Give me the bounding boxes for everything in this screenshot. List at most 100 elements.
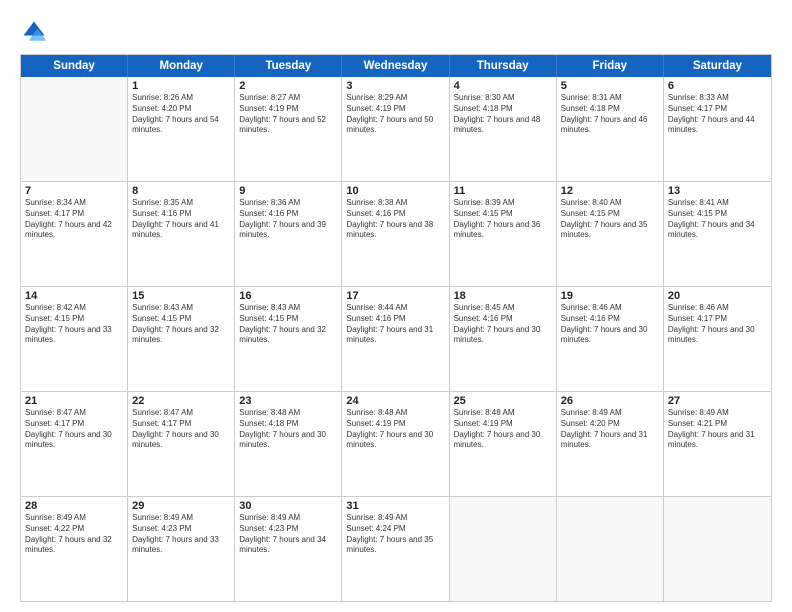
- cell-day-number: 28: [25, 500, 123, 512]
- logo-icon: [20, 18, 48, 46]
- cal-cell-16: 16Sunrise: 8:43 AM Sunset: 4:15 PM Dayli…: [235, 287, 342, 391]
- cal-cell-28: 28Sunrise: 8:49 AM Sunset: 4:22 PM Dayli…: [21, 497, 128, 601]
- cal-cell-27: 27Sunrise: 8:49 AM Sunset: 4:21 PM Dayli…: [664, 392, 771, 496]
- cell-day-number: 18: [454, 290, 552, 302]
- cal-cell-8: 8Sunrise: 8:35 AM Sunset: 4:16 PM Daylig…: [128, 182, 235, 286]
- weekday-header-saturday: Saturday: [664, 55, 771, 77]
- cal-cell-25: 25Sunrise: 8:48 AM Sunset: 4:19 PM Dayli…: [450, 392, 557, 496]
- cell-sun-info: Sunrise: 8:49 AM Sunset: 4:20 PM Dayligh…: [561, 408, 659, 451]
- weekday-header-friday: Friday: [557, 55, 664, 77]
- calendar-header: SundayMondayTuesdayWednesdayThursdayFrid…: [21, 55, 771, 77]
- cal-cell-9: 9Sunrise: 8:36 AM Sunset: 4:16 PM Daylig…: [235, 182, 342, 286]
- cell-sun-info: Sunrise: 8:41 AM Sunset: 4:15 PM Dayligh…: [668, 198, 767, 241]
- logo: [20, 18, 52, 46]
- cell-sun-info: Sunrise: 8:49 AM Sunset: 4:24 PM Dayligh…: [346, 513, 444, 556]
- cell-sun-info: Sunrise: 8:33 AM Sunset: 4:17 PM Dayligh…: [668, 93, 767, 136]
- cell-sun-info: Sunrise: 8:49 AM Sunset: 4:23 PM Dayligh…: [132, 513, 230, 556]
- cell-sun-info: Sunrise: 8:31 AM Sunset: 4:18 PM Dayligh…: [561, 93, 659, 136]
- cell-day-number: 1: [132, 80, 230, 92]
- calendar-row-4: 28Sunrise: 8:49 AM Sunset: 4:22 PM Dayli…: [21, 497, 771, 601]
- cell-sun-info: Sunrise: 8:39 AM Sunset: 4:15 PM Dayligh…: [454, 198, 552, 241]
- calendar-row-1: 7Sunrise: 8:34 AM Sunset: 4:17 PM Daylig…: [21, 182, 771, 287]
- cal-cell-11: 11Sunrise: 8:39 AM Sunset: 4:15 PM Dayli…: [450, 182, 557, 286]
- cell-day-number: 19: [561, 290, 659, 302]
- cell-day-number: 24: [346, 395, 444, 407]
- cell-sun-info: Sunrise: 8:46 AM Sunset: 4:17 PM Dayligh…: [668, 303, 767, 346]
- cell-sun-info: Sunrise: 8:48 AM Sunset: 4:18 PM Dayligh…: [239, 408, 337, 451]
- cell-day-number: 31: [346, 500, 444, 512]
- cell-sun-info: Sunrise: 8:49 AM Sunset: 4:22 PM Dayligh…: [25, 513, 123, 556]
- cal-cell-empty-4-5: [557, 497, 664, 601]
- cell-day-number: 26: [561, 395, 659, 407]
- cell-day-number: 5: [561, 80, 659, 92]
- cell-sun-info: Sunrise: 8:35 AM Sunset: 4:16 PM Dayligh…: [132, 198, 230, 241]
- cell-sun-info: Sunrise: 8:42 AM Sunset: 4:15 PM Dayligh…: [25, 303, 123, 346]
- cal-cell-12: 12Sunrise: 8:40 AM Sunset: 4:15 PM Dayli…: [557, 182, 664, 286]
- cal-cell-24: 24Sunrise: 8:48 AM Sunset: 4:19 PM Dayli…: [342, 392, 449, 496]
- cal-cell-3: 3Sunrise: 8:29 AM Sunset: 4:19 PM Daylig…: [342, 77, 449, 181]
- cell-day-number: 30: [239, 500, 337, 512]
- cal-cell-1: 1Sunrise: 8:26 AM Sunset: 4:20 PM Daylig…: [128, 77, 235, 181]
- cell-day-number: 23: [239, 395, 337, 407]
- cell-sun-info: Sunrise: 8:46 AM Sunset: 4:16 PM Dayligh…: [561, 303, 659, 346]
- cell-sun-info: Sunrise: 8:47 AM Sunset: 4:17 PM Dayligh…: [25, 408, 123, 451]
- cal-cell-21: 21Sunrise: 8:47 AM Sunset: 4:17 PM Dayli…: [21, 392, 128, 496]
- cell-day-number: 8: [132, 185, 230, 197]
- cal-cell-13: 13Sunrise: 8:41 AM Sunset: 4:15 PM Dayli…: [664, 182, 771, 286]
- page: SundayMondayTuesdayWednesdayThursdayFrid…: [0, 0, 792, 612]
- cal-cell-19: 19Sunrise: 8:46 AM Sunset: 4:16 PM Dayli…: [557, 287, 664, 391]
- cell-day-number: 29: [132, 500, 230, 512]
- cal-cell-29: 29Sunrise: 8:49 AM Sunset: 4:23 PM Dayli…: [128, 497, 235, 601]
- cell-day-number: 7: [25, 185, 123, 197]
- cal-cell-30: 30Sunrise: 8:49 AM Sunset: 4:23 PM Dayli…: [235, 497, 342, 601]
- cal-cell-5: 5Sunrise: 8:31 AM Sunset: 4:18 PM Daylig…: [557, 77, 664, 181]
- cell-day-number: 25: [454, 395, 552, 407]
- cell-sun-info: Sunrise: 8:47 AM Sunset: 4:17 PM Dayligh…: [132, 408, 230, 451]
- cal-cell-14: 14Sunrise: 8:42 AM Sunset: 4:15 PM Dayli…: [21, 287, 128, 391]
- header: [20, 18, 772, 46]
- cal-cell-6: 6Sunrise: 8:33 AM Sunset: 4:17 PM Daylig…: [664, 77, 771, 181]
- cal-cell-31: 31Sunrise: 8:49 AM Sunset: 4:24 PM Dayli…: [342, 497, 449, 601]
- cell-day-number: 2: [239, 80, 337, 92]
- weekday-header-monday: Monday: [128, 55, 235, 77]
- cell-sun-info: Sunrise: 8:34 AM Sunset: 4:17 PM Dayligh…: [25, 198, 123, 241]
- cell-day-number: 3: [346, 80, 444, 92]
- cal-cell-23: 23Sunrise: 8:48 AM Sunset: 4:18 PM Dayli…: [235, 392, 342, 496]
- cell-sun-info: Sunrise: 8:49 AM Sunset: 4:21 PM Dayligh…: [668, 408, 767, 451]
- cal-cell-15: 15Sunrise: 8:43 AM Sunset: 4:15 PM Dayli…: [128, 287, 235, 391]
- weekday-header-wednesday: Wednesday: [342, 55, 449, 77]
- weekday-header-tuesday: Tuesday: [235, 55, 342, 77]
- cell-day-number: 20: [668, 290, 767, 302]
- cell-sun-info: Sunrise: 8:27 AM Sunset: 4:19 PM Dayligh…: [239, 93, 337, 136]
- cell-day-number: 9: [239, 185, 337, 197]
- weekday-header-thursday: Thursday: [450, 55, 557, 77]
- cell-day-number: 27: [668, 395, 767, 407]
- cell-sun-info: Sunrise: 8:48 AM Sunset: 4:19 PM Dayligh…: [346, 408, 444, 451]
- cal-cell-18: 18Sunrise: 8:45 AM Sunset: 4:16 PM Dayli…: [450, 287, 557, 391]
- cal-cell-2: 2Sunrise: 8:27 AM Sunset: 4:19 PM Daylig…: [235, 77, 342, 181]
- cal-cell-7: 7Sunrise: 8:34 AM Sunset: 4:17 PM Daylig…: [21, 182, 128, 286]
- calendar-row-0: 1Sunrise: 8:26 AM Sunset: 4:20 PM Daylig…: [21, 77, 771, 182]
- cell-day-number: 22: [132, 395, 230, 407]
- cal-cell-20: 20Sunrise: 8:46 AM Sunset: 4:17 PM Dayli…: [664, 287, 771, 391]
- cell-sun-info: Sunrise: 8:36 AM Sunset: 4:16 PM Dayligh…: [239, 198, 337, 241]
- cell-day-number: 4: [454, 80, 552, 92]
- calendar: SundayMondayTuesdayWednesdayThursdayFrid…: [20, 54, 772, 602]
- cell-day-number: 6: [668, 80, 767, 92]
- cell-day-number: 17: [346, 290, 444, 302]
- cell-day-number: 10: [346, 185, 444, 197]
- cell-sun-info: Sunrise: 8:49 AM Sunset: 4:23 PM Dayligh…: [239, 513, 337, 556]
- cell-day-number: 14: [25, 290, 123, 302]
- cal-cell-17: 17Sunrise: 8:44 AM Sunset: 4:16 PM Dayli…: [342, 287, 449, 391]
- calendar-row-3: 21Sunrise: 8:47 AM Sunset: 4:17 PM Dayli…: [21, 392, 771, 497]
- cal-cell-22: 22Sunrise: 8:47 AM Sunset: 4:17 PM Dayli…: [128, 392, 235, 496]
- cell-sun-info: Sunrise: 8:29 AM Sunset: 4:19 PM Dayligh…: [346, 93, 444, 136]
- cell-sun-info: Sunrise: 8:48 AM Sunset: 4:19 PM Dayligh…: [454, 408, 552, 451]
- cell-sun-info: Sunrise: 8:40 AM Sunset: 4:15 PM Dayligh…: [561, 198, 659, 241]
- cell-sun-info: Sunrise: 8:26 AM Sunset: 4:20 PM Dayligh…: [132, 93, 230, 136]
- cal-cell-empty-4-4: [450, 497, 557, 601]
- cal-cell-10: 10Sunrise: 8:38 AM Sunset: 4:16 PM Dayli…: [342, 182, 449, 286]
- cell-sun-info: Sunrise: 8:38 AM Sunset: 4:16 PM Dayligh…: [346, 198, 444, 241]
- cell-sun-info: Sunrise: 8:43 AM Sunset: 4:15 PM Dayligh…: [132, 303, 230, 346]
- cell-sun-info: Sunrise: 8:43 AM Sunset: 4:15 PM Dayligh…: [239, 303, 337, 346]
